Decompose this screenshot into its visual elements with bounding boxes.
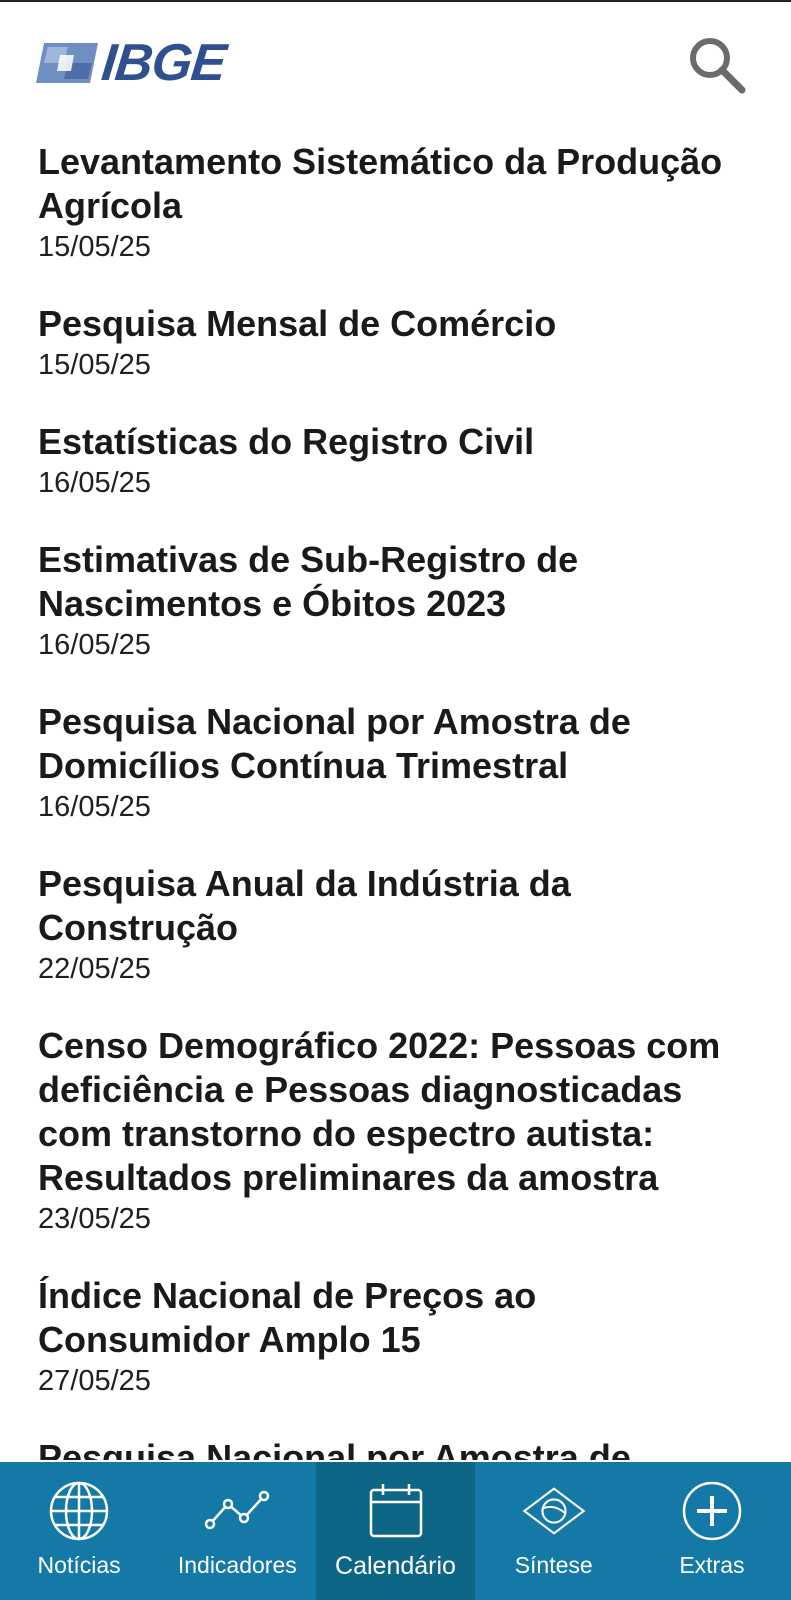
release-title: Índice Nacional de Preços ao Consumidor … xyxy=(38,1275,537,1360)
list-item[interactable]: Levantamento Sistemático da Produção Agr… xyxy=(38,140,758,264)
release-date: 15/05/25 xyxy=(38,349,151,381)
release-date: 16/05/25 xyxy=(38,467,151,499)
list-item[interactable]: Estatísticas do Registro Civil 16/05/25 xyxy=(38,420,758,500)
list-item[interactable]: Pesquisa Mensal de Comércio 15/05/25 xyxy=(38,302,758,382)
release-title: Censo Demográfico 2022: Pessoas com defi… xyxy=(38,1025,721,1198)
list-item[interactable]: Censo Demográfico 2022: Pessoas com defi… xyxy=(38,1024,758,1236)
release-date: 23/05/25 xyxy=(38,1203,151,1235)
tab-label: Síntese xyxy=(514,1552,593,1578)
search-button[interactable] xyxy=(684,32,748,96)
list-item[interactable]: Pesquisa Anual da Indústria da Construçã… xyxy=(38,862,758,986)
list-item[interactable]: Estimativas de Sub-Registro de Nasciment… xyxy=(38,538,758,662)
globe-icon xyxy=(49,1481,109,1541)
release-title: Pesquisa Nacional por Amostra de xyxy=(38,1437,631,1460)
ibge-logo: IBGE xyxy=(34,34,264,92)
tab-extras[interactable]: Extras xyxy=(633,1462,791,1600)
list-item[interactable]: Índice Nacional de Preços ao Consumidor … xyxy=(38,1274,758,1398)
plus-circle-icon xyxy=(682,1481,742,1541)
ibge-logo-mark-icon xyxy=(36,43,98,83)
search-icon xyxy=(690,38,746,94)
brazil-flag-icon xyxy=(522,1487,586,1535)
tab-label: Indicadores xyxy=(177,1552,297,1578)
release-title: Estimativas de Sub-Registro de Nasciment… xyxy=(38,539,579,624)
bottom-tab-bar: Notícias Indicadores Calendário Síntese … xyxy=(0,1462,791,1600)
app-header: IBGE xyxy=(0,2,791,122)
release-calendar-list: Levantamento Sistemático da Produção Agr… xyxy=(38,140,758,1460)
release-date: 27/05/25 xyxy=(38,1365,151,1397)
release-date: 16/05/25 xyxy=(38,629,151,661)
release-title: Levantamento Sistemático da Produção Agr… xyxy=(38,141,723,226)
tab-label: Extras xyxy=(679,1552,745,1578)
release-title: Estatísticas do Registro Civil xyxy=(38,421,535,462)
release-title: Pesquisa Nacional por Amostra de Domicíl… xyxy=(38,701,631,786)
calendar-icon xyxy=(369,1484,422,1538)
release-date: 22/05/25 xyxy=(38,953,151,985)
line-chart-icon xyxy=(205,1490,270,1530)
list-item[interactable]: Pesquisa Nacional por Amostra de xyxy=(38,1436,758,1460)
tab-label: Calendário xyxy=(335,1552,456,1580)
tab-noticias[interactable]: Notícias xyxy=(0,1462,158,1600)
release-date: 16/05/25 xyxy=(38,791,151,823)
release-date: 15/05/25 xyxy=(38,231,151,263)
tab-sintese[interactable]: Síntese xyxy=(475,1462,633,1600)
release-title: Pesquisa Anual da Indústria da Construçã… xyxy=(38,863,571,948)
list-item[interactable]: Pesquisa Nacional por Amostra de Domicíl… xyxy=(38,700,758,824)
release-title: Pesquisa Mensal de Comércio xyxy=(38,303,557,344)
logo-text: IBGE xyxy=(98,34,229,92)
tab-indicadores[interactable]: Indicadores xyxy=(158,1462,316,1600)
tab-label: Notícias xyxy=(37,1552,121,1578)
tab-calendario[interactable]: Calendário xyxy=(316,1462,475,1600)
